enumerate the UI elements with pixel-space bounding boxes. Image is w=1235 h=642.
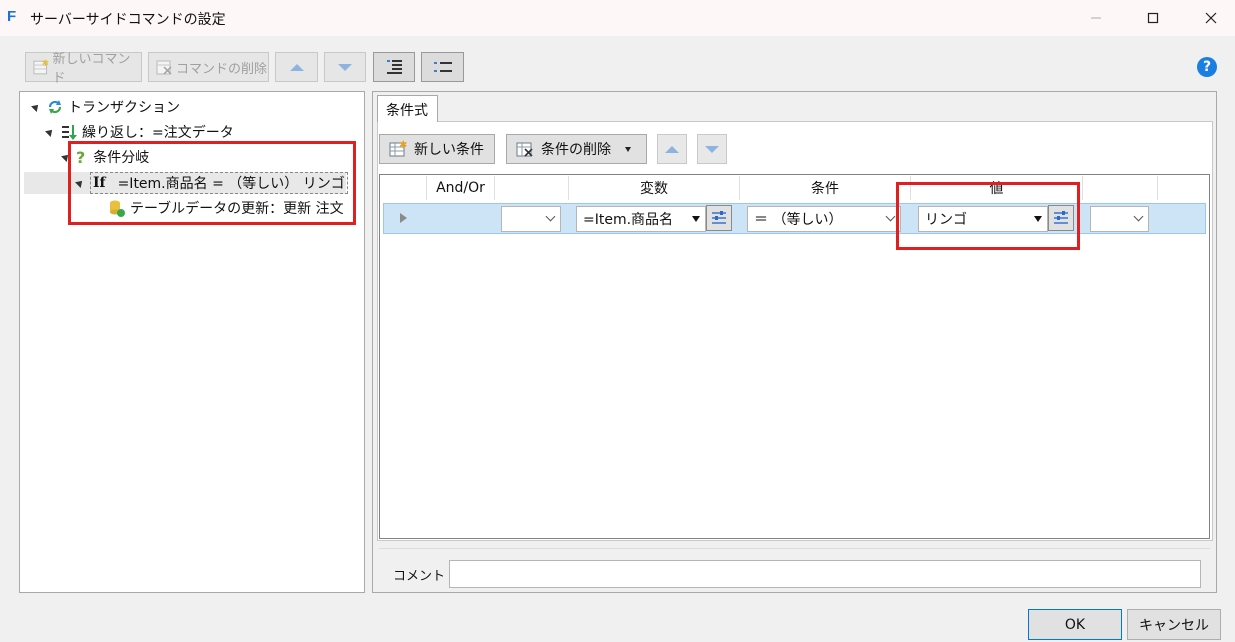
window-title: サーバーサイドコマンドの設定 (30, 12, 226, 28)
new-command-button[interactable]: ✱ 新しいコマンド (25, 52, 142, 86)
title-bar: F サーバーサイドコマンドの設定 (0, 0, 1235, 36)
delete-command-button[interactable]: コマンドの削除 (148, 52, 269, 82)
down-arrow-icon (705, 145, 719, 153)
indent-view-button[interactable] (373, 52, 415, 82)
delete-condition-button[interactable]: 条件の削除 (506, 134, 647, 164)
delete-command-label: コマンドの削除 (176, 61, 268, 77)
grid-header-variable: 変数 (569, 176, 740, 200)
maximize-button[interactable] (1130, 0, 1176, 36)
cancel-button[interactable]: キャンセル (1127, 609, 1221, 640)
delete-condition-icon (516, 142, 533, 157)
up-arrow-icon (665, 145, 679, 153)
help-icon[interactable]: ? (1197, 57, 1217, 77)
grid-header-operator: 条件 (740, 176, 911, 200)
dropdown-arrow-icon (692, 216, 700, 222)
new-command-label: 新しいコマンド (52, 52, 131, 86)
grid-header-extra (1083, 176, 1158, 200)
operator-select[interactable]: ＝ （等しい） (747, 206, 901, 232)
move-up-button[interactable] (275, 52, 318, 82)
condition-move-up-button[interactable] (657, 134, 687, 164)
transaction-icon (48, 100, 62, 114)
loop-icon (62, 125, 77, 140)
minimize-icon (1091, 17, 1101, 19)
flat-view-button[interactable] (421, 52, 464, 82)
svg-text:✱: ✱ (399, 140, 407, 151)
close-icon (1205, 12, 1217, 24)
variable-formula-button[interactable] (706, 205, 732, 231)
grid-header-and-or: And/Or (427, 176, 495, 200)
highlight-box-tree (68, 141, 356, 225)
chevron-down-icon (1133, 211, 1144, 222)
tree-item-label: トランザクション (68, 100, 180, 116)
app-icon: F (7, 8, 17, 25)
list-icon (433, 62, 452, 72)
close-button[interactable] (1188, 0, 1234, 36)
chevron-down-icon (545, 211, 556, 222)
new-command-icon: ✱ (33, 59, 49, 75)
dropdown-arrow-icon[interactable] (625, 146, 631, 152)
new-condition-label: 新しい条件 (414, 142, 484, 158)
expand-icon (45, 127, 55, 137)
grid-header-indicator (381, 176, 427, 200)
up-arrow-icon (289, 63, 304, 71)
new-condition-icon: ✱ (389, 140, 407, 157)
indent-list-icon (387, 60, 402, 74)
grid-header-blank (495, 176, 569, 200)
row-indicator-icon (400, 213, 407, 223)
delete-command-icon (156, 60, 172, 75)
highlight-box-value (896, 182, 1080, 250)
svg-text:✱: ✱ (42, 59, 49, 69)
maximize-icon (1147, 12, 1159, 24)
condition-move-down-button[interactable] (697, 134, 727, 164)
divider (379, 548, 1210, 549)
extra-select[interactable] (1090, 206, 1149, 232)
expand-icon (31, 102, 41, 112)
delete-condition-label: 条件の削除 (541, 142, 611, 158)
variable-select[interactable]: =Item.商品名 (576, 206, 706, 232)
new-condition-button[interactable]: ✱ 新しい条件 (379, 134, 495, 164)
tree-item-transaction[interactable]: トランザクション (31, 95, 180, 119)
ok-button[interactable]: OK (1028, 609, 1122, 640)
tree-item-label: 繰り返し：=注文データ (82, 125, 234, 141)
settings-lines-icon (712, 211, 726, 224)
comment-input[interactable] (449, 560, 1201, 588)
minimize-button[interactable] (1073, 0, 1119, 36)
down-arrow-icon (338, 63, 352, 71)
operator-value: ＝ （等しい） (754, 212, 843, 228)
variable-value: =Item.商品名 (583, 212, 674, 228)
tab-condition[interactable]: 条件式 (377, 95, 438, 122)
move-down-button[interactable] (324, 52, 366, 82)
and-or-select[interactable] (501, 206, 561, 232)
chevron-down-icon (885, 211, 896, 222)
comment-label: コメント (393, 569, 446, 584)
